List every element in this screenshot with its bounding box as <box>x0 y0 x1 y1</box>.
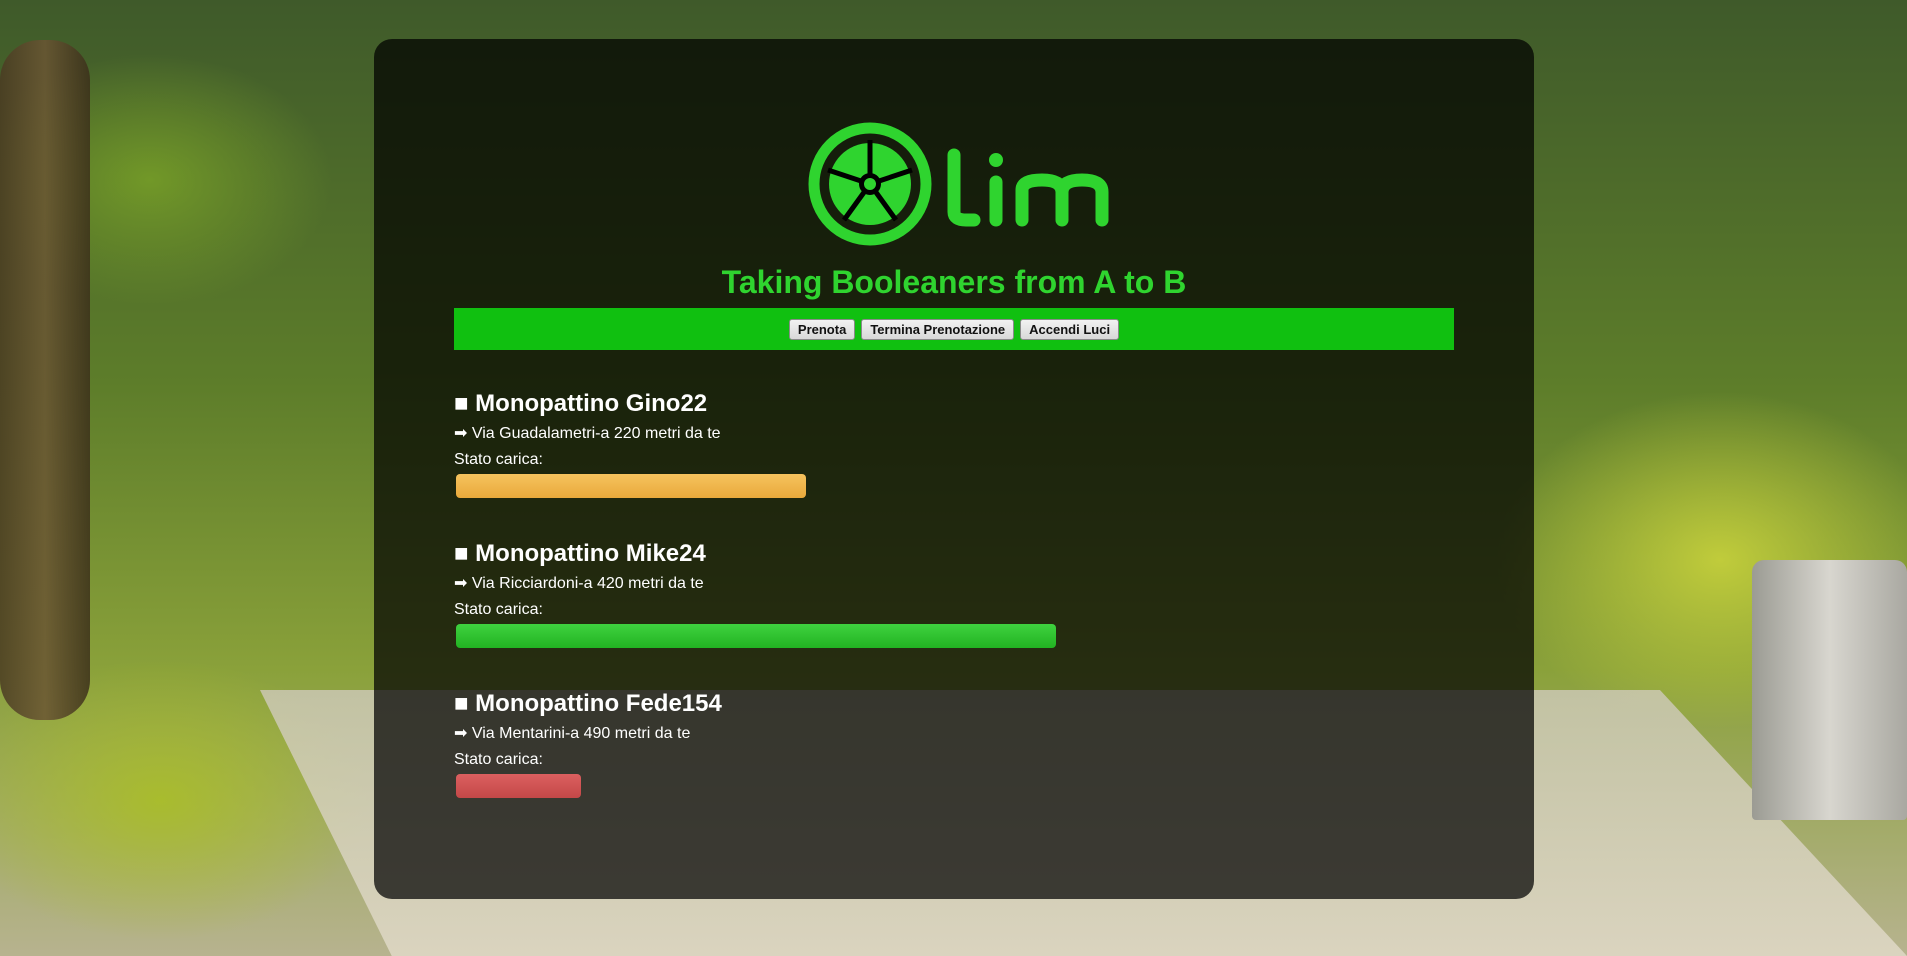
action-bar: Prenota Termina Prenotazione Accendi Luc… <box>454 308 1454 350</box>
charge-bar <box>456 474 806 498</box>
tagline: Taking Booleaners from A to B <box>721 264 1187 300</box>
scooter-address: ➡ Via Guadalametri-a 220 metri da te <box>454 425 721 442</box>
termina-prenotazione-button[interactable]: Termina Prenotazione <box>861 318 1015 340</box>
lim-wordmark-dot <box>989 153 1003 167</box>
charge-label: Stato carica: <box>454 601 543 618</box>
scooter-name: ■ Monopattino Gino22 <box>454 390 708 417</box>
lime-wheel-icon <box>808 122 932 246</box>
lim-wordmark <box>947 148 1109 227</box>
charge-label: Stato carica: <box>454 751 543 768</box>
background-tree <box>0 40 90 720</box>
charge-bar <box>456 624 1056 648</box>
accendi-luci-button[interactable]: Accendi Luci <box>1020 318 1120 340</box>
charge-bar <box>456 774 581 798</box>
charge-label: Stato carica: <box>454 451 543 468</box>
background-post <box>1752 560 1907 820</box>
prenota-button[interactable]: Prenota <box>788 318 856 340</box>
scooter-item[interactable]: ■ Monopattino Mike24 ➡ Via Ricciardoni-a… <box>454 540 1454 648</box>
scooter-item[interactable]: ■ Monopattino Fede154 ➡ Via Mentarini-a … <box>454 690 1454 798</box>
scooter-address: ➡ Via Ricciardoni-a 420 metri da te <box>454 575 704 592</box>
scooter-name: ■ Monopattino Fede154 <box>454 690 722 717</box>
lim-logo <box>808 122 1109 246</box>
scooter-address: ➡ Via Mentarini-a 490 metri da te <box>454 725 691 742</box>
scooter-name: ■ Monopattino Mike24 <box>454 540 706 567</box>
scooter-item[interactable]: ■ Monopattino Gino22 ➡ Via Guadalametri-… <box>454 390 1454 498</box>
